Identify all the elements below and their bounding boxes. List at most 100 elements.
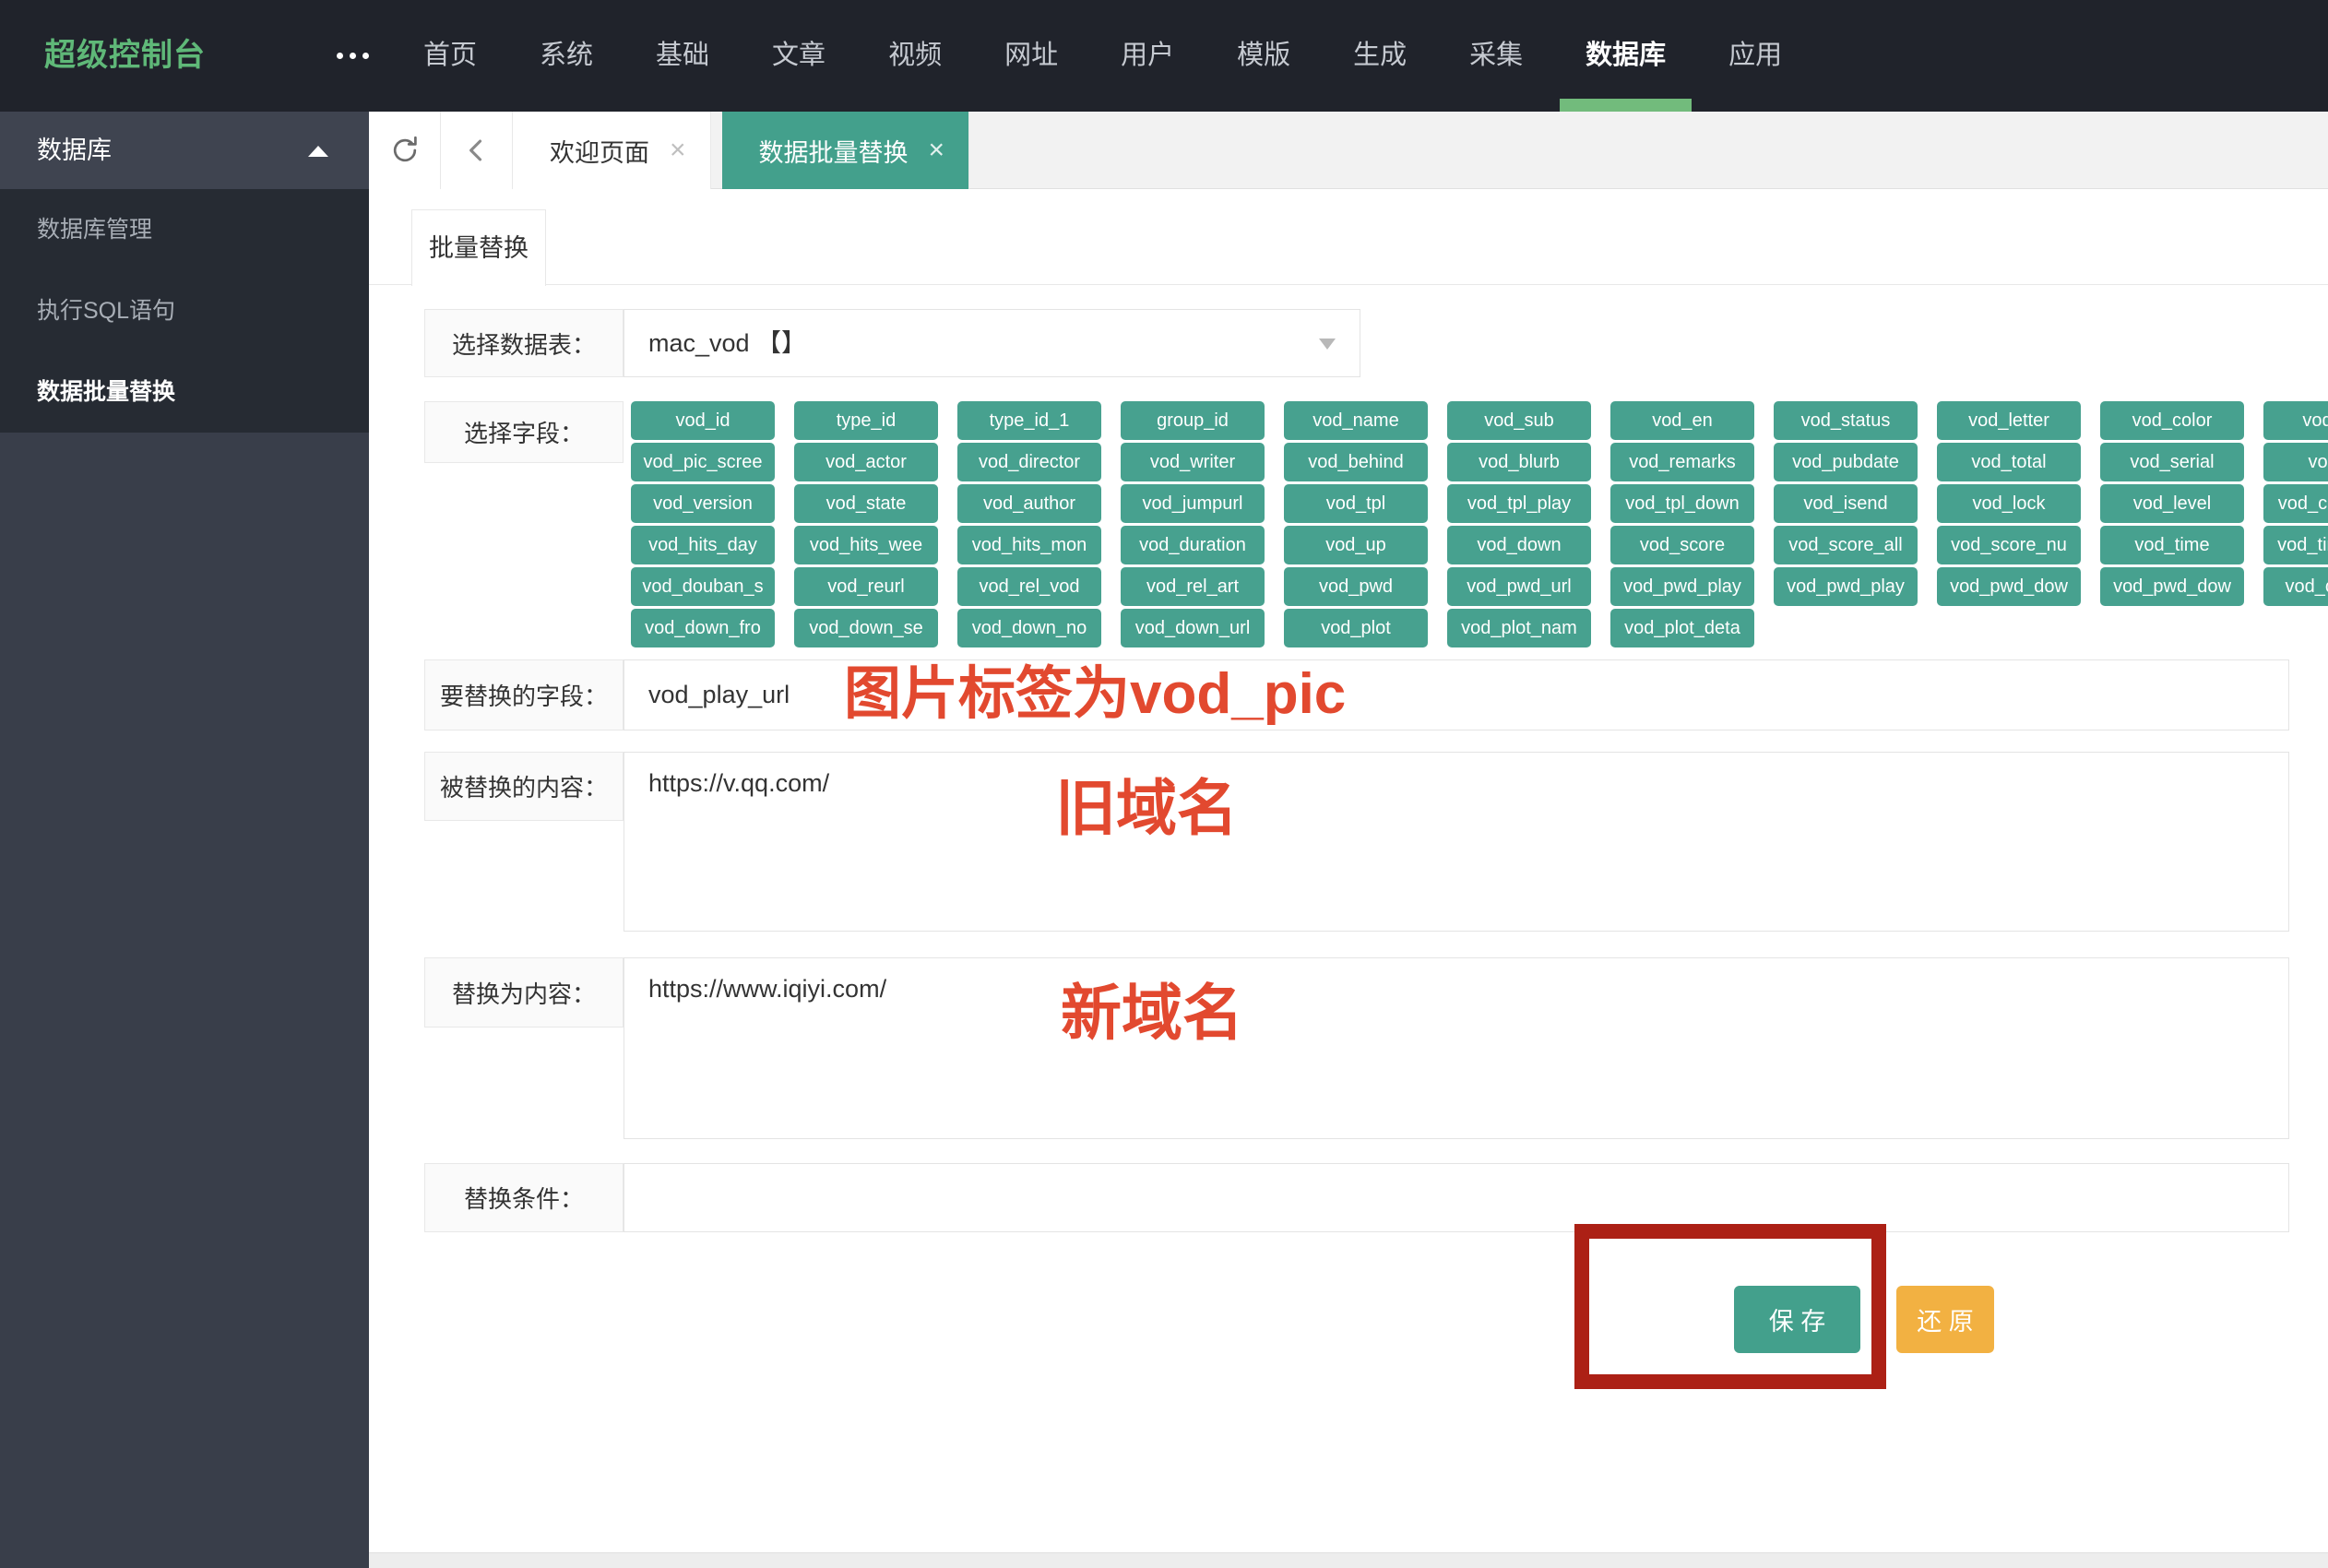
replace-field-input[interactable]: vod_play_url bbox=[624, 659, 2289, 731]
field-button[interactable]: vod_lock bbox=[1937, 484, 2081, 523]
nav-item[interactable]: 基础 bbox=[624, 0, 741, 112]
nav-item[interactable]: 采集 bbox=[1438, 0, 1554, 112]
nav-item[interactable]: 文章 bbox=[741, 0, 857, 112]
field-button[interactable]: vod_pwd_play bbox=[1610, 567, 1754, 606]
field-button[interactable]: vod_tv bbox=[2263, 443, 2328, 481]
refresh-button[interactable] bbox=[369, 112, 441, 189]
field-button[interactable]: vod_duration bbox=[1121, 526, 1265, 564]
field-button[interactable]: vod_down_se bbox=[794, 609, 938, 647]
nav-item[interactable]: 系统 bbox=[508, 0, 624, 112]
field-button[interactable]: type_id bbox=[794, 401, 938, 440]
field-button[interactable]: vod_plot_deta bbox=[1610, 609, 1754, 647]
field-button[interactable]: vod_down bbox=[1447, 526, 1591, 564]
field-button[interactable]: vod_state bbox=[794, 484, 938, 523]
field-button[interactable]: vod_down_url bbox=[1121, 609, 1265, 647]
save-button[interactable]: 保 存 bbox=[1734, 1286, 1860, 1353]
field-button[interactable]: vod_pwd_dow bbox=[1937, 567, 2081, 606]
search-content-value: https://v.qq.com/ bbox=[648, 769, 829, 797]
table-select-value: mac_vod 【】 bbox=[648, 329, 806, 357]
nav-item[interactable]: 数据库 bbox=[1554, 0, 1697, 112]
field-button[interactable]: vod_version bbox=[631, 484, 775, 523]
field-button[interactable]: vod_actor bbox=[794, 443, 938, 481]
field-button[interactable]: vod_time_add bbox=[2263, 526, 2328, 564]
field-button[interactable]: vod_level bbox=[2100, 484, 2244, 523]
field-button[interactable]: vod_plot bbox=[1284, 609, 1428, 647]
field-button[interactable]: vod_score_nu bbox=[1937, 526, 2081, 564]
field-button[interactable]: vod_isend bbox=[1774, 484, 1918, 523]
field-button[interactable]: group_id bbox=[1121, 401, 1265, 440]
field-button[interactable]: vod_color bbox=[2100, 401, 2244, 440]
field-button[interactable]: vod_rel_art bbox=[1121, 567, 1265, 606]
field-button[interactable]: vod_down_no bbox=[957, 609, 1101, 647]
field-button[interactable]: vod_plot_nam bbox=[1447, 609, 1591, 647]
field-button[interactable]: vod_score_all bbox=[1774, 526, 1918, 564]
field-button[interactable]: vod_tpl_down bbox=[1610, 484, 1754, 523]
condition-input[interactable] bbox=[624, 1163, 2289, 1232]
field-button[interactable]: vod_en bbox=[1610, 401, 1754, 440]
restore-button[interactable]: 还 原 bbox=[1896, 1286, 1994, 1353]
nav-item[interactable]: 视频 bbox=[857, 0, 973, 112]
field-button[interactable]: vod_sub bbox=[1447, 401, 1591, 440]
field-button[interactable]: type_id_1 bbox=[957, 401, 1101, 440]
nav-item[interactable]: 生成 bbox=[1322, 0, 1438, 112]
table-select[interactable]: mac_vod 【】 bbox=[624, 309, 1360, 377]
field-button[interactable]: vod_pwd_play bbox=[1774, 567, 1918, 606]
tab[interactable]: 数据批量替换× bbox=[722, 112, 970, 189]
field-button[interactable]: vod_pwd_dow bbox=[2100, 567, 2244, 606]
field-button[interactable]: vod_copyright bbox=[2263, 484, 2328, 523]
field-button[interactable]: vod_status bbox=[1774, 401, 1918, 440]
field-button[interactable]: vod_pwd bbox=[1284, 567, 1428, 606]
tab[interactable]: 欢迎页面× bbox=[513, 112, 711, 189]
field-button[interactable]: vod_pubdate bbox=[1774, 443, 1918, 481]
field-button[interactable]: vod_pic_scree bbox=[631, 443, 775, 481]
sidebar-section-database[interactable]: 数据库 bbox=[0, 112, 369, 189]
field-button[interactable]: vod_tpl bbox=[1284, 484, 1428, 523]
field-button[interactable]: vod_name bbox=[1284, 401, 1428, 440]
horizontal-scrollbar[interactable] bbox=[369, 1552, 2328, 1568]
field-button[interactable]: vod_hits_day bbox=[631, 526, 775, 564]
field-button[interactable]: vod_content bbox=[2263, 567, 2328, 606]
field-button[interactable]: vod_time bbox=[2100, 526, 2244, 564]
field-button[interactable]: vod_up bbox=[1284, 526, 1428, 564]
field-button[interactable]: vod_total bbox=[1937, 443, 2081, 481]
nav-item[interactable]: 首页 bbox=[392, 0, 508, 112]
search-content-textarea[interactable]: https://v.qq.com/ bbox=[624, 752, 2289, 932]
field-button[interactable]: vod_remarks bbox=[1610, 443, 1754, 481]
more-menu-icon[interactable] bbox=[337, 53, 369, 59]
nav-item[interactable]: 网址 bbox=[973, 0, 1089, 112]
field-button[interactable]: vod_blurb bbox=[1447, 443, 1591, 481]
field-button[interactable]: vod_reurl bbox=[794, 567, 938, 606]
field-button[interactable]: vod_douban_s bbox=[631, 567, 775, 606]
back-button[interactable] bbox=[441, 112, 513, 189]
field-button[interactable]: vod_tag bbox=[2263, 401, 2328, 440]
field-button[interactable]: vod_hits_mon bbox=[957, 526, 1101, 564]
nav-item[interactable]: 用户 bbox=[1089, 0, 1206, 112]
field-button-grid: vod_idtype_idtype_id_1group_idvod_namevo… bbox=[631, 401, 2328, 650]
field-button[interactable]: vod_score bbox=[1610, 526, 1754, 564]
replace-content-textarea[interactable]: https://www.iqiyi.com/ bbox=[624, 957, 2289, 1139]
field-button[interactable]: vod_down_fro bbox=[631, 609, 775, 647]
sidebar: 数据库 数据库管理执行SQL语句数据批量替换 bbox=[0, 112, 369, 1568]
nav-item[interactable]: 应用 bbox=[1697, 0, 1813, 112]
tab-batch-replace[interactable]: 批量替换 bbox=[411, 209, 546, 286]
field-button[interactable]: vod_serial bbox=[2100, 443, 2244, 481]
field-button[interactable]: vod_letter bbox=[1937, 401, 2081, 440]
sidebar-item[interactable]: 数据批量替换 bbox=[0, 351, 369, 433]
field-button[interactable]: vod_director bbox=[957, 443, 1101, 481]
close-icon[interactable]: × bbox=[670, 137, 686, 164]
field-button[interactable]: vod_behind bbox=[1284, 443, 1428, 481]
refresh-icon bbox=[388, 134, 422, 167]
close-icon[interactable]: × bbox=[929, 137, 945, 164]
sidebar-item[interactable]: 数据库管理 bbox=[0, 189, 369, 270]
field-button[interactable]: vod_jumpurl bbox=[1121, 484, 1265, 523]
sidebar-item[interactable]: 执行SQL语句 bbox=[0, 270, 369, 351]
field-button[interactable]: vod_pwd_url bbox=[1447, 567, 1591, 606]
field-button[interactable]: vod_author bbox=[957, 484, 1101, 523]
field-button[interactable]: vod_hits_wee bbox=[794, 526, 938, 564]
field-button[interactable]: vod_id bbox=[631, 401, 775, 440]
field-row: vod_pic_scree vod_actor vod_director vod_wr… bbox=[631, 443, 2328, 484]
field-button[interactable]: vod_rel_vod bbox=[957, 567, 1101, 606]
nav-item[interactable]: 模版 bbox=[1206, 0, 1322, 112]
field-button[interactable]: vod_tpl_play bbox=[1447, 484, 1591, 523]
field-button[interactable]: vod_writer bbox=[1121, 443, 1265, 481]
